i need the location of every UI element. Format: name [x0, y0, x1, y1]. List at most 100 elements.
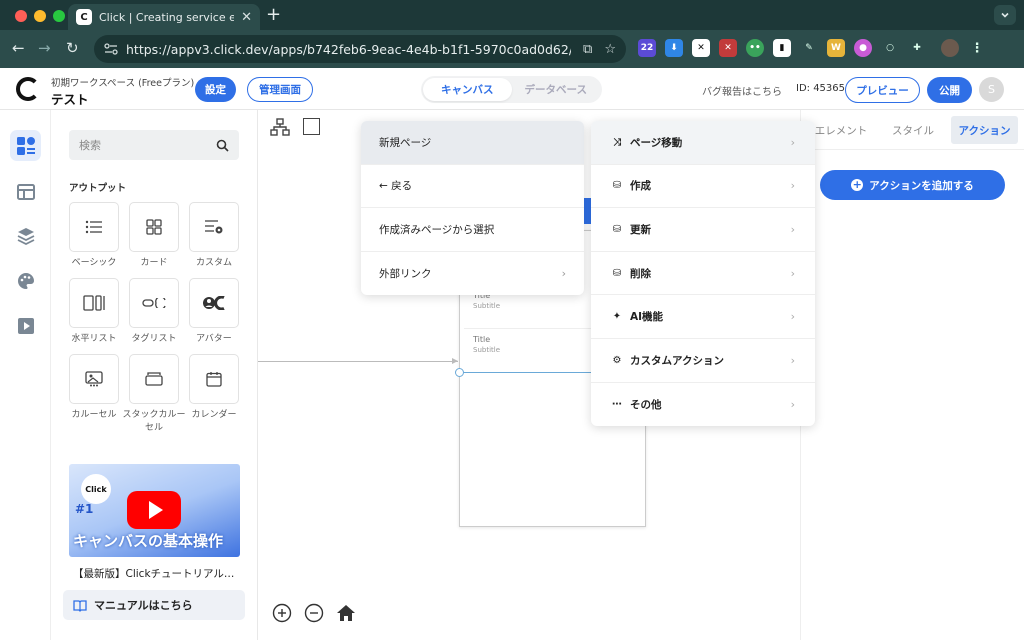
browser-toolbar: ← → ↻ https://appv3.click.dev/apps/b742f…	[0, 30, 1024, 68]
menu-item-label: AI機能	[630, 311, 664, 324]
component-tag-list[interactable]: タグリスト	[129, 278, 179, 346]
tab-element[interactable]: エレメント	[809, 116, 873, 144]
component-search[interactable]: 検索	[69, 130, 239, 160]
chevron-right-icon: ›	[790, 266, 795, 280]
browser-tab[interactable]: C Click | Creating service easily ✕	[68, 4, 260, 30]
install-app-icon[interactable]: ⧉	[583, 42, 592, 57]
component-avatar[interactable]: アバター	[189, 278, 239, 346]
site-settings-icon[interactable]	[104, 43, 118, 55]
chevron-right-icon: ›	[790, 310, 795, 324]
video-caption[interactable]: 【最新版】Clickチュートリアル…	[73, 566, 238, 581]
zoom-out-icon[interactable]	[304, 603, 324, 623]
click-logo-icon: Click	[81, 474, 111, 504]
add-action-button[interactable]: + アクションを追加する	[820, 170, 1005, 200]
admin-button[interactable]: 管理画面	[247, 77, 313, 102]
forward-arrow-icon[interactable]: →	[38, 39, 51, 57]
tab-style[interactable]: スタイル	[881, 116, 945, 144]
selected-element-edge	[583, 198, 591, 224]
extension-download-icon[interactable]: ⬇	[665, 39, 683, 57]
window-minimize-button[interactable]	[34, 10, 46, 22]
plus-circle-icon: +	[851, 178, 864, 191]
menu-item-existing-page[interactable]: 作成済みページから選択	[361, 208, 584, 252]
new-tab-button[interactable]: +	[266, 4, 281, 25]
component-calendar[interactable]: カレンダー	[189, 354, 239, 422]
address-bar[interactable]: https://appv3.click.dev/apps/b742feb6-9e…	[94, 35, 626, 63]
menu-item-other[interactable]: ⋯ その他 ›	[591, 383, 815, 426]
browser-menu-icon[interactable]: ⋮	[968, 39, 986, 57]
extension-x-icon[interactable]: ✕	[692, 39, 710, 57]
card-grid-icon	[146, 219, 162, 235]
component-custom[interactable]: カスタム	[189, 202, 239, 270]
menu-item-update[interactable]: ⛁ 更新 ›	[591, 208, 815, 252]
menu-item-label: 作成済みページから選択	[379, 223, 495, 236]
component-stack-carousel[interactable]: スタックカルーセル	[122, 354, 186, 435]
bug-report-link[interactable]: バグ報告はこちら	[702, 83, 782, 98]
extension-eyedropper-icon[interactable]: ✎	[800, 39, 818, 57]
list-icon	[85, 220, 102, 234]
component-basic[interactable]: ベーシック	[69, 202, 119, 270]
video-icon[interactable]	[10, 310, 41, 341]
search-input[interactable]: 検索	[79, 137, 216, 153]
add-action-label: アクションを追加する	[869, 179, 974, 192]
extension-green-icon[interactable]: ••	[746, 39, 764, 57]
menu-item-external-link[interactable]: 外部リンク ›	[361, 252, 584, 296]
extension-red-icon[interactable]: ✕	[719, 39, 737, 57]
component-horizontal-list[interactable]: 水平リスト	[69, 278, 119, 346]
layers-icon[interactable]	[10, 220, 41, 251]
profile-avatar-icon[interactable]	[941, 39, 959, 57]
menu-item-new-page[interactable]: 新規ページ	[361, 121, 584, 165]
layout-icon[interactable]	[10, 176, 41, 207]
frame-icon[interactable]	[303, 118, 320, 135]
settings-button[interactable]: 設定	[195, 77, 236, 102]
menu-item-back[interactable]: ← 戻る	[361, 165, 584, 208]
tab-action[interactable]: アクション	[951, 116, 1018, 144]
menu-item-label: 作成	[630, 180, 651, 193]
publish-button[interactable]: 公開	[927, 77, 972, 103]
tab-canvas[interactable]: キャンバス	[423, 78, 512, 101]
youtube-play-icon[interactable]	[127, 491, 181, 529]
palette-icon[interactable]	[10, 265, 41, 296]
extension-doc-icon[interactable]: ▮	[773, 39, 791, 57]
tab-search-button[interactable]	[994, 5, 1016, 25]
menu-item-delete[interactable]: ⛁ 削除 ›	[591, 252, 815, 296]
bookmark-star-icon[interactable]: ☆	[604, 42, 616, 57]
menu-item-label: 新規ページ	[379, 136, 432, 149]
extension-circle-icon[interactable]: ○	[881, 39, 899, 57]
menu-item-ai[interactable]: ✦ AI機能 ›	[591, 295, 815, 339]
tutorial-video-thumbnail[interactable]: Click #1 キャンバスの基本操作	[69, 464, 240, 557]
selection-handle[interactable]	[455, 368, 464, 377]
extension-w-icon[interactable]: W	[827, 39, 845, 57]
back-arrow-icon[interactable]: ←	[12, 39, 25, 57]
user-avatar[interactable]: S	[979, 77, 1004, 102]
manual-link[interactable]: マニュアルはこちら	[63, 590, 245, 620]
more-dots-icon: ⋯	[612, 398, 622, 410]
tab-title: Click | Creating service easily	[99, 10, 235, 24]
database-icon: ⛁	[612, 180, 622, 192]
tab-database[interactable]: データベース	[512, 78, 601, 101]
window-close-button[interactable]	[15, 10, 27, 22]
window-zoom-button[interactable]	[53, 10, 65, 22]
preview-button[interactable]: プレビュー	[845, 77, 920, 103]
extension-purple-icon[interactable]: ●	[854, 39, 872, 57]
menu-item-custom-action[interactable]: ⚙ カスタムアクション ›	[591, 339, 815, 383]
component-label: カレンダー	[191, 410, 237, 420]
component-card[interactable]: カード	[129, 202, 179, 270]
click-logo-icon[interactable]	[16, 77, 40, 101]
tab-close-icon[interactable]: ✕	[241, 10, 252, 25]
component-label: カード	[140, 258, 168, 268]
connector-arrow-icon	[452, 358, 458, 364]
extensions-bar: 22 ⬇ ✕ ✕ •• ▮ ✎ W ● ○ ✚ ⋮	[638, 39, 986, 57]
sitemap-icon[interactable]	[270, 118, 290, 136]
component-carousel[interactable]: カルーセル	[69, 354, 119, 422]
zoom-in-icon[interactable]	[272, 603, 292, 623]
video-episode: #1	[75, 502, 94, 516]
home-icon[interactable]	[336, 603, 356, 623]
components-icon[interactable]	[10, 130, 41, 161]
workspace-plan: 初期ワークスペース (Freeプラン)	[51, 78, 195, 89]
reload-icon[interactable]: ↻	[66, 39, 79, 57]
extensions-puzzle-icon[interactable]: ✚	[908, 39, 926, 57]
menu-item-page-transition[interactable]: ⤨ ページ移動 ›	[591, 121, 815, 165]
extension-badge-icon[interactable]: 22	[638, 39, 656, 57]
menu-item-create[interactable]: ⛁ 作成 ›	[591, 165, 815, 209]
video-overlay-text: キャンバスの基本操作	[73, 532, 224, 550]
